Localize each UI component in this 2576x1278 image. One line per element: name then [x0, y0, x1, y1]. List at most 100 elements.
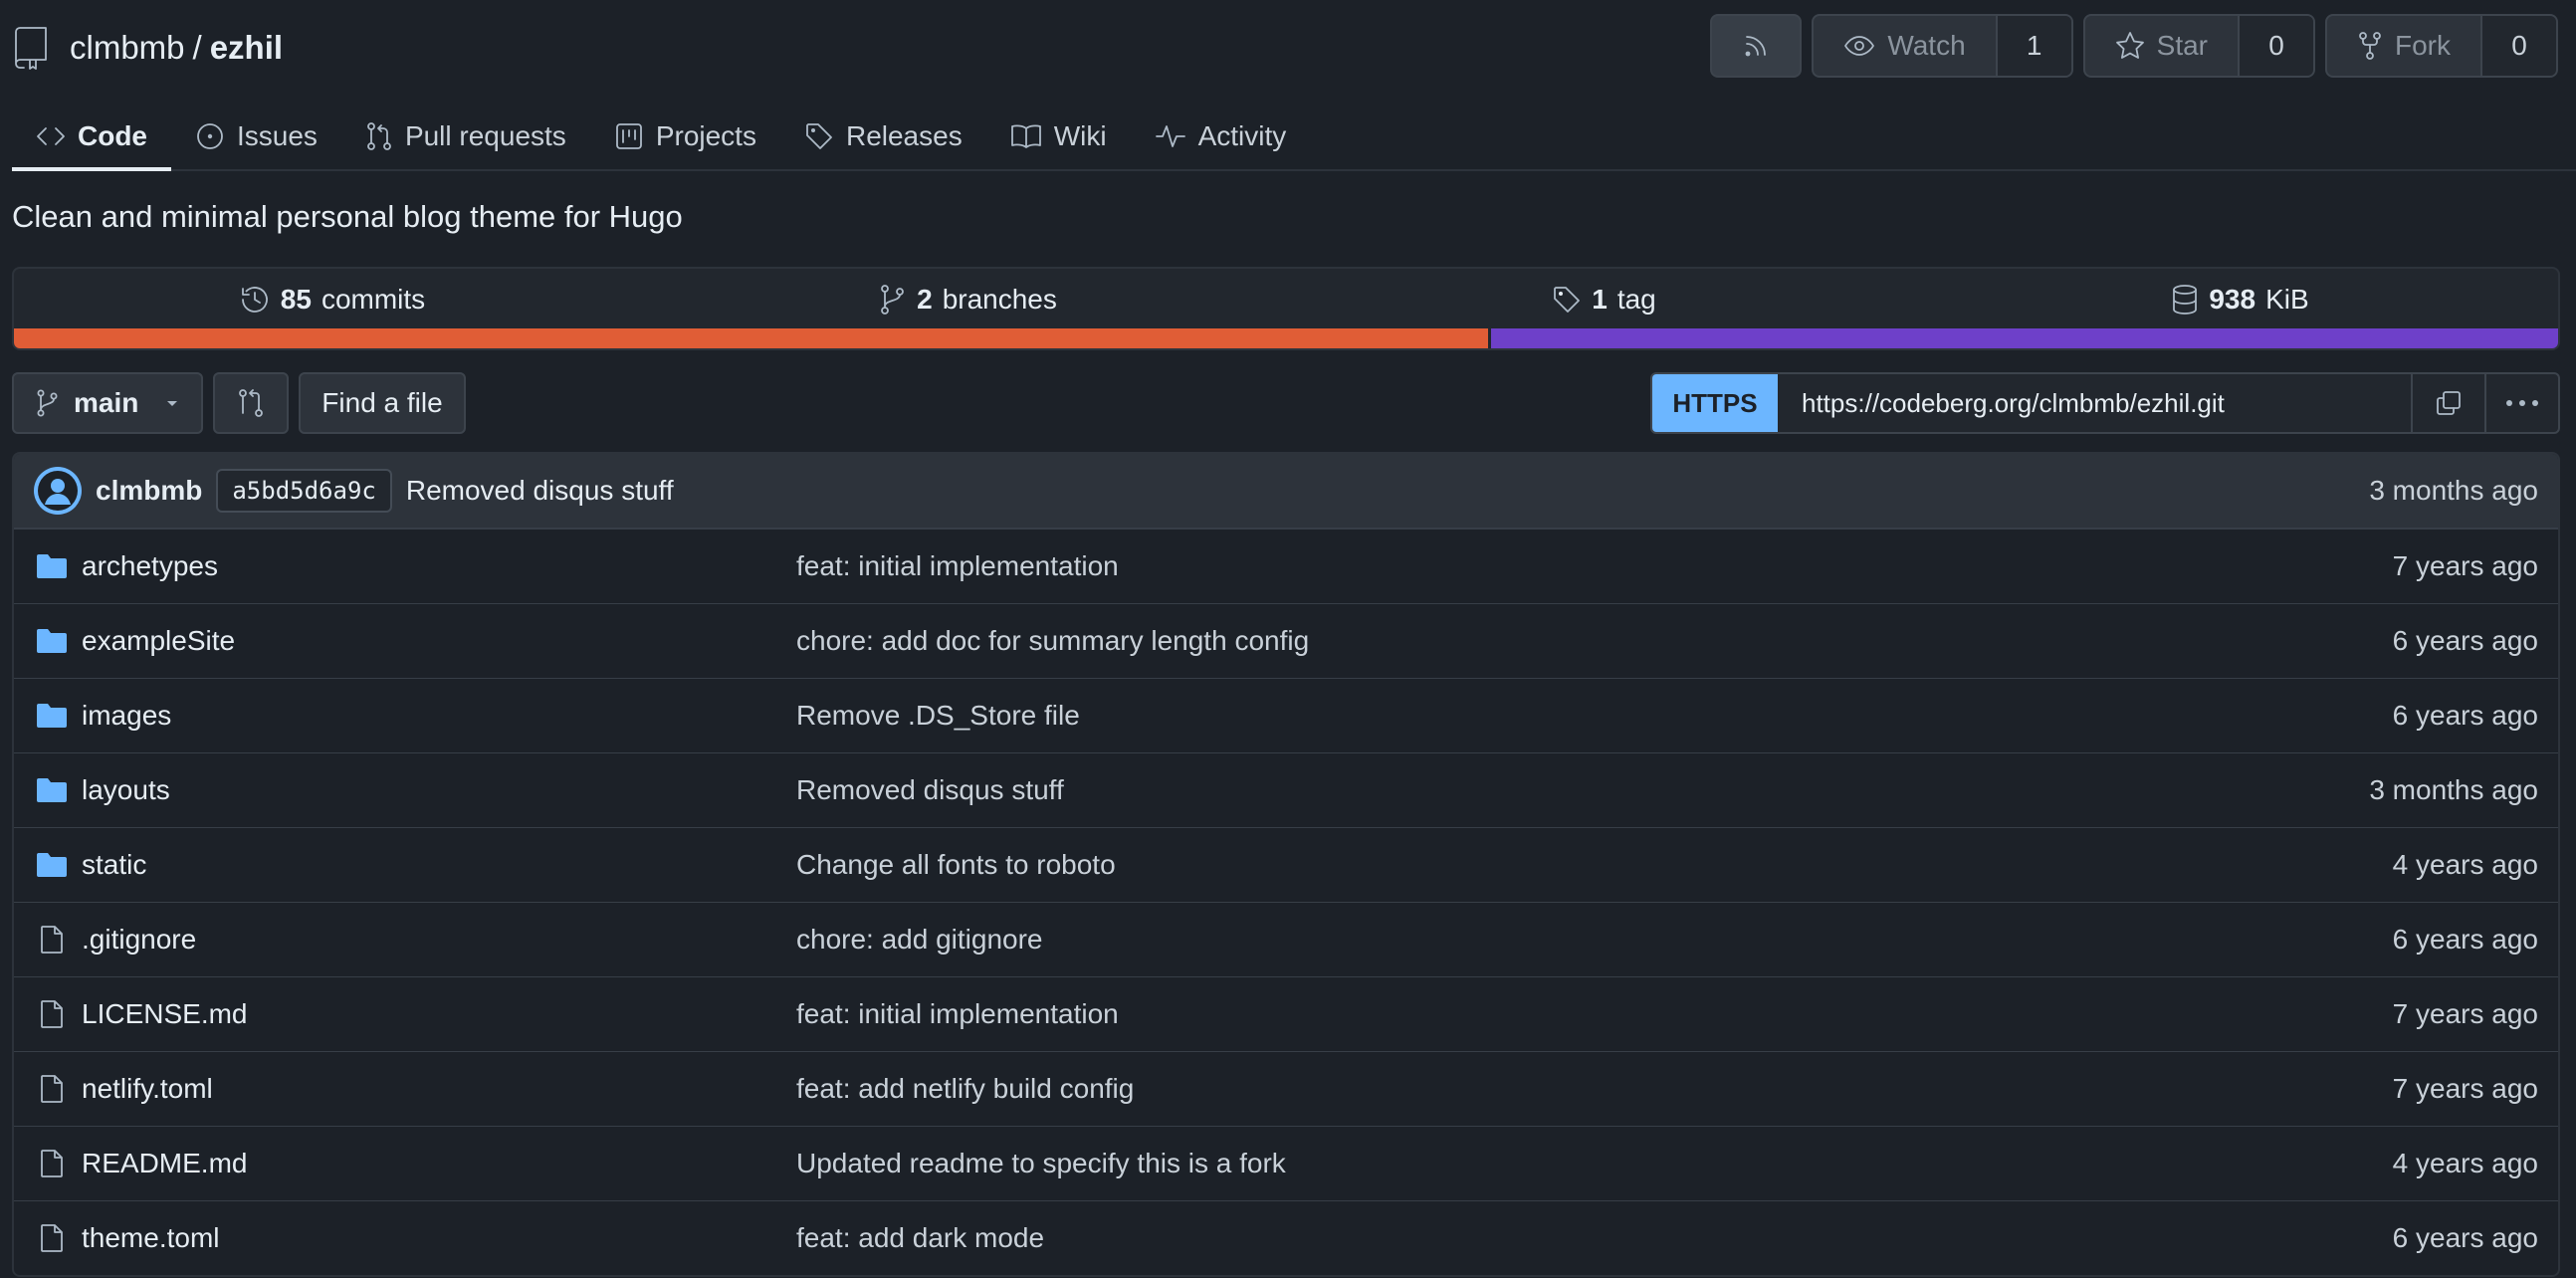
file-commit-message[interactable]: Removed disqus stuff: [796, 774, 1064, 806]
tab-releases[interactable]: Releases: [780, 104, 986, 169]
file-commit-message[interactable]: Change all fonts to roboto: [796, 849, 1116, 881]
tab-wiki[interactable]: Wiki: [986, 104, 1131, 169]
file-name-link[interactable]: archetypes: [82, 550, 796, 582]
tab-label: Releases: [845, 120, 963, 151]
repo-tabs: Code Issues Pull requests Projects Relea…: [12, 104, 2576, 171]
fork-button[interactable]: Fork 0: [2325, 14, 2558, 78]
file-commit-time: 6 years ago: [2392, 700, 2538, 731]
tab-code[interactable]: Code: [12, 104, 171, 171]
latest-commit: clmbmb a5bd5d6a9c Removed disqus stuff 3…: [14, 454, 2558, 530]
database-icon: [2171, 284, 2199, 316]
repo-owner-link[interactable]: clmbmb: [70, 29, 185, 67]
copy-url-button[interactable]: [2411, 374, 2484, 432]
folder-icon: [34, 552, 70, 580]
folder-icon: [34, 851, 70, 879]
file-name-link[interactable]: layouts: [82, 774, 796, 806]
watch-label: Watch: [1887, 30, 1966, 61]
rss-feed-button[interactable]: [1710, 14, 1803, 78]
compare-icon: [237, 388, 265, 418]
file-name-link[interactable]: README.md: [82, 1148, 796, 1179]
folder-icon: [34, 776, 70, 804]
file-row: netlify.toml feat: add netlify build conf…: [14, 1051, 2558, 1126]
file-name-link[interactable]: .gitignore: [82, 924, 796, 956]
tab-projects[interactable]: Projects: [590, 104, 780, 169]
clone-url-input[interactable]: https://codeberg.org/clmbmb/ezhil.git: [1778, 374, 2411, 432]
file-name-link[interactable]: static: [82, 849, 796, 881]
file-icon: [34, 1149, 70, 1178]
commit-time: 3 months ago: [2369, 475, 2538, 506]
star-count[interactable]: 0: [2238, 16, 2313, 76]
file-commit-time: 7 years ago: [2392, 998, 2538, 1029]
file-row: static Change all fonts to roboto 4 years …: [14, 827, 2558, 902]
tags-stat[interactable]: 1 tag: [1286, 269, 1922, 330]
tab-pull-requests[interactable]: Pull requests: [341, 104, 590, 169]
branches-stat[interactable]: 2 branches: [650, 269, 1286, 330]
tab-issues[interactable]: Issues: [171, 104, 341, 169]
eye-icon: [1843, 34, 1875, 58]
avatar[interactable]: [34, 467, 82, 515]
size-stat: 938 KiB: [1922, 269, 2558, 330]
folder-icon: [34, 627, 70, 655]
file-commit-message[interactable]: Updated readme to specify this is a fork: [796, 1148, 1286, 1179]
file-commit-message[interactable]: chore: add gitignore: [796, 924, 1043, 956]
tab-activity[interactable]: Activity: [1131, 104, 1311, 169]
commits-stat[interactable]: 85 commits: [14, 269, 650, 330]
watch-count[interactable]: 1: [1995, 16, 2071, 76]
file-name-link[interactable]: theme.toml: [82, 1222, 796, 1254]
file-name-link[interactable]: images: [82, 700, 796, 732]
watch-button[interactable]: Watch 1: [1812, 14, 2073, 78]
rss-icon: [1740, 30, 1772, 62]
language-segment: [1487, 328, 2558, 348]
commit-author[interactable]: clmbmb: [96, 475, 202, 507]
file-commit-time: 3 months ago: [2369, 774, 2538, 805]
code-icon: [36, 124, 66, 148]
file-commit-message[interactable]: chore: add doc for summary length config: [796, 625, 1309, 657]
issue-icon: [195, 121, 225, 151]
pull-request-icon: [365, 121, 393, 151]
tag-icon: [804, 121, 834, 151]
file-icon: [34, 999, 70, 1029]
folder-icon: [34, 702, 70, 730]
file-row: LICENSE.md feat: initial implementation 7 …: [14, 976, 2558, 1051]
file-name-link[interactable]: netlify.toml: [82, 1073, 796, 1105]
file-commit-message[interactable]: feat: initial implementation: [796, 998, 1119, 1030]
file-row: exampleSite chore: add doc for summary le…: [14, 603, 2558, 678]
fork-label: Fork: [2395, 30, 2451, 61]
file-name-link[interactable]: exampleSite: [82, 625, 796, 657]
star-button[interactable]: Star 0: [2082, 14, 2315, 78]
commit-message[interactable]: Removed disqus stuff: [406, 475, 674, 507]
language-segment: [14, 328, 1488, 348]
file-commit-message[interactable]: Remove .DS_Store file: [796, 700, 1080, 732]
language-bar: [14, 328, 2558, 348]
chevron-down-icon: [165, 398, 179, 408]
repo-name-link[interactable]: ezhil: [210, 29, 283, 67]
file-row: .gitignore chore: add gitignore 6 years ag…: [14, 902, 2558, 976]
file-commit-time: 6 years ago: [2392, 924, 2538, 955]
clone-box: HTTPS https://codeberg.org/clmbmb/ezhil.…: [1650, 372, 2560, 434]
tags-label: tag: [1616, 284, 1656, 315]
tag-icon: [1552, 285, 1582, 315]
commits-count: 85: [280, 284, 312, 315]
file-commit-time: 7 years ago: [2392, 550, 2538, 581]
tab-label: Pull requests: [404, 120, 566, 151]
size-unit: KiB: [2265, 284, 2309, 315]
file-icon: [34, 1223, 70, 1253]
more-options-button[interactable]: [2484, 374, 2558, 432]
compare-button[interactable]: [213, 372, 289, 434]
find-file-button[interactable]: Find a file: [299, 372, 466, 434]
fork-count[interactable]: 0: [2480, 16, 2556, 76]
file-commit-message[interactable]: feat: add netlify build config: [796, 1073, 1134, 1105]
file-commit-message[interactable]: feat: add dark mode: [796, 1222, 1044, 1254]
file-commit-time: 4 years ago: [2392, 849, 2538, 880]
file-commit-time: 4 years ago: [2392, 1148, 2538, 1178]
tab-label: Issues: [237, 120, 318, 151]
repo-header: clmbmb / ezhil: [14, 20, 283, 76]
clone-protocol-button[interactable]: HTTPS: [1652, 374, 1778, 432]
file-name-link[interactable]: LICENSE.md: [82, 998, 796, 1030]
book-icon: [1010, 122, 1042, 150]
file-commit-message[interactable]: feat: initial implementation: [796, 550, 1119, 582]
commit-sha[interactable]: a5bd5d6a9c: [216, 469, 392, 513]
file-commit-time: 6 years ago: [2392, 625, 2538, 656]
branch-selector[interactable]: main: [12, 372, 203, 434]
file-commit-time: 6 years ago: [2392, 1222, 2538, 1253]
